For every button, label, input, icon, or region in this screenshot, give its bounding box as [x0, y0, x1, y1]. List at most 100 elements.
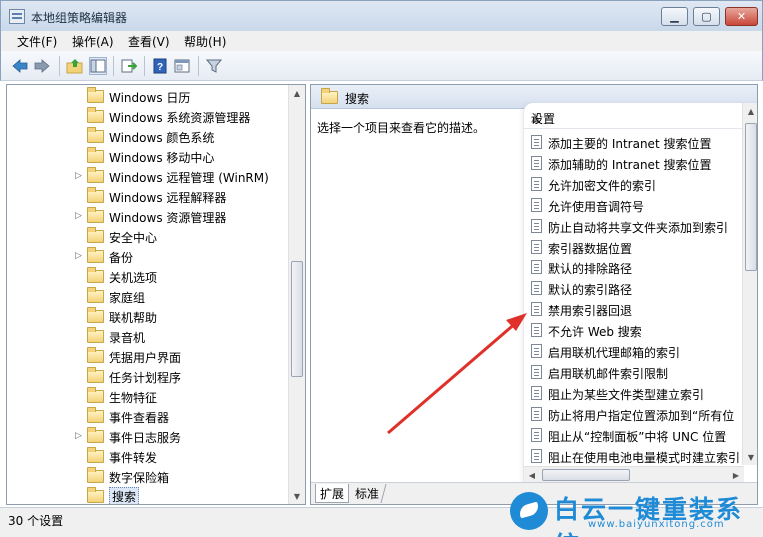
tree-item[interactable]: 安全中心: [7, 227, 289, 247]
scroll-up-arrow-icon[interactable]: ▲: [743, 103, 757, 119]
tree-item[interactable]: 事件转发: [7, 447, 289, 467]
menu-file[interactable]: 文件(F): [17, 33, 57, 50]
policy-setting-icon: [531, 344, 542, 358]
tree-item[interactable]: 任务计划程序: [7, 367, 289, 387]
minimize-button[interactable]: ▁: [661, 7, 688, 26]
setting-label: 添加辅助的 Intranet 搜索位置: [548, 157, 712, 172]
setting-row[interactable]: 默认的排除路径: [524, 257, 744, 278]
tree-item[interactable]: 关机选项: [7, 267, 289, 287]
setting-row[interactable]: 阻止为某些文件类型建立索引: [524, 383, 744, 404]
setting-row[interactable]: 防止将用户指定位置添加到“所有位: [524, 404, 744, 425]
scroll-down-arrow-icon[interactable]: ▼: [289, 488, 305, 504]
help-icon[interactable]: ?: [151, 57, 169, 75]
tree-item[interactable]: ▷ Windows 远程管理 (WinRM): [7, 167, 289, 187]
forward-arrow-icon[interactable]: [33, 57, 51, 75]
tree-item[interactable]: 联机帮助: [7, 307, 289, 327]
tab-standard[interactable]: 标准: [348, 484, 387, 503]
setting-row[interactable]: 不允许 Web 搜索: [524, 320, 744, 341]
description-text: 选择一个项目来查看它的描述。: [317, 121, 486, 135]
setting-row[interactable]: 防止自动将共享文件夹添加到索引: [524, 216, 744, 237]
tree-scrollbar[interactable]: ▲ ▼: [288, 85, 305, 504]
scroll-thumb[interactable]: [542, 469, 630, 481]
scroll-up-arrow-icon[interactable]: ▲: [289, 85, 305, 101]
close-button[interactable]: ✕: [725, 7, 758, 26]
setting-row[interactable]: 启用联机代理邮箱的索引: [524, 341, 744, 362]
tree-item-label: 备份: [109, 251, 134, 265]
tree-item[interactable]: Windows 远程解释器: [7, 187, 289, 207]
show-hide-tree-icon[interactable]: [89, 57, 107, 75]
tab-extended[interactable]: 扩展: [315, 484, 350, 503]
expand-arrow-icon[interactable]: ▷: [75, 171, 85, 181]
folder-icon: [87, 187, 104, 203]
back-arrow-icon[interactable]: [11, 57, 29, 75]
expand-arrow-icon[interactable]: ▷: [75, 211, 85, 221]
folder-icon: [87, 207, 104, 223]
tree-item[interactable]: Windows 移动中心: [7, 147, 289, 167]
folder-icon: [87, 427, 104, 443]
up-folder-icon[interactable]: [66, 57, 84, 75]
folder-icon: [87, 287, 104, 303]
status-text: 30 个设置: [8, 514, 64, 528]
properties-icon[interactable]: [173, 57, 191, 75]
tree-item[interactable]: 凭据用户界面: [7, 347, 289, 367]
tree-item[interactable]: ▷ 事件日志服务: [7, 427, 289, 447]
setting-row[interactable]: 禁用索引器回退: [524, 299, 744, 320]
scroll-thumb[interactable]: [291, 261, 303, 377]
policy-setting-icon: [531, 260, 542, 275]
folder-icon: [87, 87, 104, 103]
folder-icon: [87, 167, 104, 183]
tree-item-label: 凭据用户界面: [109, 351, 182, 365]
tree-item[interactable]: 事件查看器: [7, 407, 289, 427]
setting-label: 索引器数据位置: [548, 241, 633, 256]
scroll-left-arrow-icon[interactable]: ◀: [524, 467, 540, 483]
expand-arrow-icon[interactable]: ▷: [75, 431, 85, 441]
watermark-url: www.baiyunxitong.com: [588, 519, 725, 530]
export-icon[interactable]: [120, 57, 138, 75]
settings-hscrollbar[interactable]: ◀ ▶: [524, 466, 744, 483]
tree-item[interactable]: 搜索: [7, 487, 289, 504]
folder-icon: [87, 387, 104, 403]
policy-setting-icon: [531, 155, 542, 170]
tree-item[interactable]: 生物特征: [7, 387, 289, 407]
tree-item-label: 数字保险箱: [109, 471, 170, 485]
scroll-thumb[interactable]: [745, 123, 757, 271]
tab-standard-label: 标准: [355, 487, 380, 501]
tree-item-label: Windows 系统资源管理器: [109, 111, 251, 125]
tree-item[interactable]: ▷ Windows 资源管理器: [7, 207, 289, 227]
folder-icon: [87, 367, 104, 383]
expand-arrow-icon[interactable]: ▷: [75, 251, 85, 261]
column-header-settings[interactable]: ▲ 设置: [524, 103, 744, 129]
folder-icon: [87, 347, 104, 363]
setting-row[interactable]: 阻止从“控制面板”中将 UNC 位置: [524, 425, 744, 446]
setting-row[interactable]: 允许加密文件的索引: [524, 174, 744, 195]
tree-item[interactable]: Windows 系统资源管理器: [7, 107, 289, 127]
setting-row[interactable]: 添加辅助的 Intranet 搜索位置: [524, 153, 744, 174]
setting-row[interactable]: 默认的索引路径: [524, 278, 744, 299]
tree-item[interactable]: 家庭组: [7, 287, 289, 307]
filter-icon[interactable]: [205, 57, 223, 75]
setting-row[interactable]: 允许使用音调符号: [524, 195, 744, 216]
tree-item[interactable]: Windows 颜色系统: [7, 127, 289, 147]
svg-text:?: ?: [157, 62, 163, 73]
scroll-right-arrow-icon[interactable]: ▶: [728, 467, 744, 483]
setting-row[interactable]: 索引器数据位置: [524, 237, 744, 258]
setting-row[interactable]: 阻止在使用电池电量模式时建立索引: [524, 446, 744, 467]
policy-setting-icon: [531, 406, 542, 421]
tree-item[interactable]: 录音机: [7, 327, 289, 347]
tree-item[interactable]: ▷ 备份: [7, 247, 289, 267]
maximize-button[interactable]: ▢: [693, 7, 720, 26]
setting-row[interactable]: 启用联机邮件索引限制: [524, 362, 744, 383]
menu-view[interactable]: 查看(V): [128, 33, 170, 50]
setting-row[interactable]: 添加主要的 Intranet 搜索位置: [524, 132, 744, 153]
tree-item-label: 联机帮助: [109, 311, 158, 325]
column-header-label: 设置: [531, 112, 556, 126]
toolbar-separator: [59, 56, 60, 76]
menu-help[interactable]: 帮助(H): [184, 33, 226, 50]
policy-setting-icon: [531, 323, 542, 338]
menu-action[interactable]: 操作(A): [72, 33, 114, 50]
tree-item[interactable]: Windows 日历: [7, 87, 289, 107]
tree-item[interactable]: 数字保险箱: [7, 467, 289, 487]
tree-item-label: 家庭组: [109, 291, 146, 305]
scroll-down-arrow-icon[interactable]: ▼: [743, 449, 757, 465]
settings-vscrollbar[interactable]: ▲ ▼: [742, 103, 757, 465]
